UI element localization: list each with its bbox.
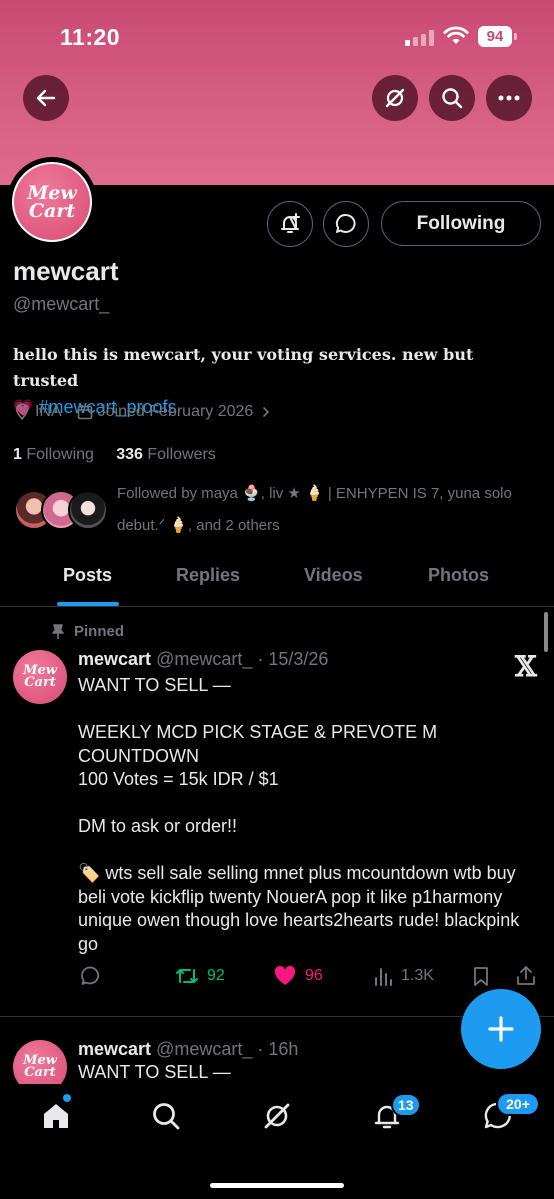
grok-icon	[264, 1103, 290, 1129]
reply-icon	[81, 966, 100, 985]
profile-tabs: Posts Replies Videos Photos	[0, 552, 554, 607]
profile-joined-date[interactable]: Joined February 2026	[98, 403, 254, 421]
heart-filled-icon	[274, 965, 296, 985]
post-header: mewcart @mewcart_ · 15/3/26	[78, 649, 328, 670]
bio-text: hello this is mewcart, your voting servi…	[13, 345, 474, 390]
following-button[interactable]: Following	[381, 201, 541, 246]
mewcart-logo: Mew Cart	[13, 1040, 67, 1084]
message-button[interactable]	[323, 201, 369, 247]
search-button[interactable]	[429, 75, 475, 121]
post-text: WANT TO SELL —	[78, 1062, 231, 1082]
followed-by-text[interactable]: Followed by maya 🍨, liv ★ 🍦 | ENHYPEN IS…	[117, 478, 542, 542]
location-pin-icon	[15, 403, 29, 421]
post-author-name[interactable]: mewcart	[78, 649, 151, 669]
pin-icon	[52, 623, 64, 639]
views-count: 1.3K	[401, 967, 434, 984]
reply-button[interactable]	[80, 965, 102, 987]
post-handle-date: @mewcart_ · 15/3/26	[156, 649, 329, 669]
bookmark-button[interactable]	[471, 965, 491, 987]
scrollbar[interactable]	[544, 612, 548, 652]
followers-count-link[interactable]: 336 Followers	[116, 446, 216, 463]
repost-icon	[176, 969, 198, 983]
like-button[interactable]: 96	[273, 965, 323, 987]
repost-count: 92	[207, 967, 225, 984]
bottom-navigation	[0, 1086, 554, 1199]
pinned-label: Pinned	[52, 623, 124, 640]
compose-post-button[interactable]	[461, 989, 541, 1069]
plus-icon	[488, 1016, 514, 1042]
grok-icon	[385, 88, 405, 108]
chevron-right-icon	[263, 407, 270, 417]
search-icon	[153, 1103, 180, 1130]
post-handle-date: @mewcart_ · 16h	[156, 1039, 299, 1059]
more-options-button[interactable]	[486, 75, 532, 121]
follower-avatar	[68, 490, 108, 530]
more-horizontal-icon	[498, 95, 520, 101]
nav-search[interactable]	[146, 1096, 186, 1136]
tab-videos[interactable]: Videos	[304, 552, 363, 607]
tab-photos[interactable]: Photos	[428, 552, 489, 607]
tab-replies[interactable]: Replies	[176, 552, 240, 607]
wifi-icon	[443, 26, 469, 44]
bookmark-icon	[474, 967, 488, 986]
nav-grok[interactable]	[257, 1096, 297, 1136]
post-avatar[interactable]: Mew Cart	[13, 1040, 67, 1084]
chat-bubble-icon	[335, 214, 356, 233]
active-tab-indicator	[57, 602, 119, 606]
search-icon	[442, 88, 463, 109]
back-button[interactable]	[23, 75, 69, 121]
status-bar: 11:20 94	[0, 0, 554, 70]
status-time: 11:20	[60, 24, 121, 50]
repost-button[interactable]: 92	[175, 965, 225, 987]
bell-plus-icon	[281, 213, 300, 233]
post-text: WANT TO SELL — WEEKLY MCD PICK STAGE & P…	[78, 675, 520, 954]
post-author-name[interactable]: mewcart	[78, 1039, 151, 1059]
notifications-badge: 13	[391, 1093, 421, 1117]
bar-chart-icon	[375, 968, 392, 986]
mewcart-logo: Mew Cart	[14, 164, 90, 240]
following-count-link[interactable]: 1 Following	[13, 446, 94, 463]
arrow-left-icon	[36, 89, 56, 107]
battery-indicator: 94	[478, 26, 512, 47]
grok-button[interactable]	[372, 75, 418, 121]
calendar-icon	[77, 405, 92, 420]
mewcart-logo: Mew Cart	[13, 650, 67, 704]
profile-location: INA	[35, 403, 62, 420]
share-icon	[517, 966, 535, 985]
messages-badge: 20+	[496, 1092, 540, 1116]
profile-handle: @mewcart_	[13, 294, 110, 314]
notifications-toggle-button[interactable]	[267, 201, 313, 247]
like-count: 96	[305, 967, 323, 984]
home-indicator	[210, 1183, 344, 1188]
post-header: mewcart @mewcart_ · 16h	[78, 1039, 298, 1060]
profile-meta: INA Joined February 2026	[13, 403, 277, 421]
nav-home[interactable]	[36, 1096, 76, 1136]
follow-counts: 1 Following 336 Followers	[13, 446, 216, 464]
home-unread-dot	[63, 1094, 71, 1102]
followed-by-avatars[interactable]	[14, 490, 108, 530]
battery-cap	[514, 33, 517, 40]
tab-posts[interactable]: Posts	[63, 552, 112, 607]
home-icon	[44, 1104, 68, 1128]
cellular-signal-icon	[405, 30, 435, 46]
profile-avatar[interactable]: Mew Cart	[7, 157, 97, 247]
post-avatar[interactable]: Mew Cart	[13, 650, 67, 704]
share-button[interactable]	[515, 965, 537, 987]
profile-display-name: mewcart	[13, 256, 119, 286]
post-actions: 92 96 1.3K	[0, 965, 554, 995]
views-button[interactable]: 1.3K	[373, 965, 434, 987]
